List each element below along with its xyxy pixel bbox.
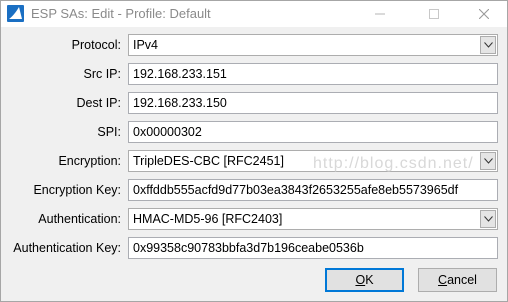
encryption-key-label: Encryption Key: — [33, 183, 121, 197]
ok-button-label: OK — [355, 273, 374, 287]
esp-sas-edit-dialog: ESP SAs: Edit - Profile: Default Protoco… — [0, 0, 508, 302]
cancel-button-label: Cancel — [438, 273, 477, 287]
authentication-label: Authentication: — [38, 212, 121, 226]
chevron-down-icon[interactable] — [480, 152, 496, 170]
chevron-down-icon[interactable] — [480, 210, 496, 228]
maximize-icon[interactable] — [411, 1, 457, 27]
dest-ip-label: Dest IP: — [76, 96, 121, 110]
encryption-label: Encryption: — [58, 154, 121, 168]
authentication-select[interactable]: HMAC-MD5-96 [RFC2403] — [128, 208, 498, 230]
cancel-button[interactable]: Cancel — [418, 268, 497, 292]
encryption-value: TripleDES-CBC [RFC2451] — [133, 154, 284, 168]
dest-ip-field[interactable]: 192.168.233.150 — [128, 92, 498, 114]
ok-button[interactable]: OK — [325, 268, 404, 292]
minimize-icon[interactable] — [357, 1, 403, 27]
wireshark-fin-icon — [7, 5, 24, 22]
authentication-key-label: Authentication Key: — [13, 241, 121, 255]
chevron-down-icon[interactable] — [480, 36, 496, 54]
src-ip-field[interactable]: 192.168.233.151 — [128, 63, 498, 85]
encryption-key-field[interactable]: 0xffddb555acfd9d77b03ea3843f2653255afe8e… — [128, 179, 498, 201]
title-bar[interactable]: ESP SAs: Edit - Profile: Default — [1, 1, 507, 27]
protocol-value: IPv4 — [133, 38, 159, 52]
protocol-select[interactable]: IPv4 — [128, 34, 498, 56]
src-ip-label: Src IP: — [83, 67, 121, 81]
encryption-select[interactable]: TripleDES-CBC [RFC2451] — [128, 150, 498, 172]
esp-sa-form: Protocol: IPv4 Src IP: 192.168.233.151 D… — [1, 27, 507, 301]
close-icon[interactable] — [461, 1, 507, 27]
authentication-key-field[interactable]: 0x99358c90783bbfa3d7b196ceabe0536b — [128, 237, 498, 259]
spi-field[interactable]: 0x00000302 — [128, 121, 498, 143]
window-title: ESP SAs: Edit - Profile: Default — [31, 6, 211, 21]
spi-label: SPI: — [97, 125, 121, 139]
authentication-value: HMAC-MD5-96 [RFC2403] — [133, 212, 283, 226]
protocol-label: Protocol: — [71, 38, 121, 52]
